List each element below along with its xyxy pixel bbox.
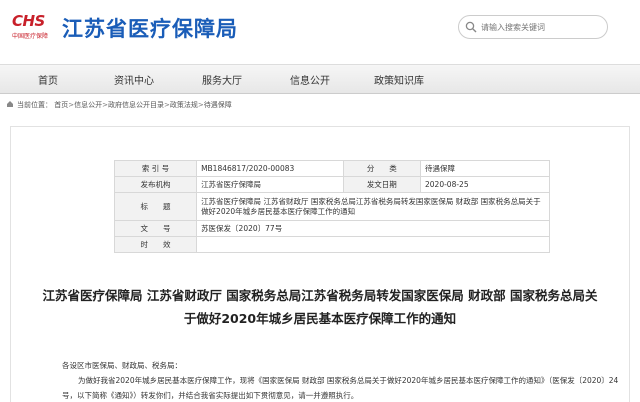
article-paragraph: 为做好我省2020年城乡居民基本医疗保障工作，现将《国家医保局 财政部 国家税务… bbox=[62, 376, 619, 400]
breadcrumb-item-benefits[interactable]: 待遇保障 bbox=[204, 101, 232, 109]
breadcrumb-label: 当前位置： bbox=[17, 101, 52, 109]
meta-publisher-label: 发布机构 bbox=[113, 176, 198, 193]
article-title: 江苏省医疗保障局 江苏省财政厅 国家税务总局江苏省税务局转发国家医保局 财政部 … bbox=[42, 288, 598, 326]
site-logo[interactable]: CHS 中国医疗保障 bbox=[12, 12, 56, 42]
meta-docno-label: 文 号 bbox=[113, 220, 198, 237]
meta-category-label: 分 类 bbox=[342, 160, 422, 177]
search-icon[interactable] bbox=[465, 21, 477, 33]
nav-item-home[interactable]: 首页 bbox=[38, 72, 58, 87]
nav-item-policy-library[interactable]: 政策知识库 bbox=[374, 72, 424, 87]
meta-date-label: 发文日期 bbox=[342, 176, 422, 193]
meta-docno-value: 苏医保发〔2020〕77号 bbox=[196, 220, 550, 237]
breadcrumb-item-catalog[interactable]: 政府信息公开目录 bbox=[108, 101, 164, 109]
logo-subtitle: 中国医疗保障 bbox=[12, 33, 49, 40]
meta-status-label: 时 效 bbox=[113, 236, 198, 253]
meta-status-value bbox=[196, 236, 550, 253]
nav-item-services[interactable]: 服务大厅 bbox=[202, 72, 242, 87]
search-input[interactable] bbox=[481, 19, 603, 35]
article-salutation: 各设区市医保局、财政局、税务局： bbox=[62, 361, 182, 370]
site-header: CHS 中国医疗保障 江苏省医疗保障局 bbox=[0, 0, 640, 58]
meta-publisher-value: 江苏省医疗保障局 bbox=[196, 176, 344, 193]
meta-title-value: 江苏省医疗保障局 江苏省财政厅 国家税务总局江苏省税务局转发国家医保局 财政部 … bbox=[196, 192, 550, 221]
meta-index-label: 索 引 号 bbox=[113, 160, 198, 177]
site-title[interactable]: 江苏省医疗保障局 bbox=[62, 13, 238, 43]
breadcrumb-item-home[interactable]: 首页 bbox=[54, 101, 68, 109]
article-body: 各设区市医保局、财政局、税务局： 为做好我省2020年城乡居民基本医疗保障工作，… bbox=[62, 358, 622, 402]
meta-title-label: 标 题 bbox=[113, 192, 198, 221]
breadcrumb-item-regulations[interactable]: 政策法规 bbox=[170, 101, 198, 109]
meta-date-value: 2020-08-25 bbox=[420, 176, 550, 193]
location-icon bbox=[7, 101, 13, 107]
search-box bbox=[458, 15, 608, 39]
nav-item-disclosure[interactable]: 信息公开 bbox=[290, 72, 330, 87]
main-nav: 首页 资讯中心 服务大厅 信息公开 政策知识库 bbox=[0, 64, 640, 94]
meta-category-value: 待遇保障 bbox=[420, 160, 550, 177]
breadcrumb-item-disclosure[interactable]: 信息公开 bbox=[74, 101, 102, 109]
meta-index-value: MB1846817/2020-00083 bbox=[196, 160, 344, 177]
breadcrumb: 当前位置： 首页>信息公开>政府信息公开目录>政策法规>待遇保障 bbox=[6, 100, 232, 114]
logo-mark: CHS bbox=[12, 12, 45, 30]
nav-item-news[interactable]: 资讯中心 bbox=[114, 72, 154, 87]
document-meta-table: 索 引 号 MB1846817/2020-00083 分 类 待遇保障 发布机构… bbox=[113, 160, 550, 253]
